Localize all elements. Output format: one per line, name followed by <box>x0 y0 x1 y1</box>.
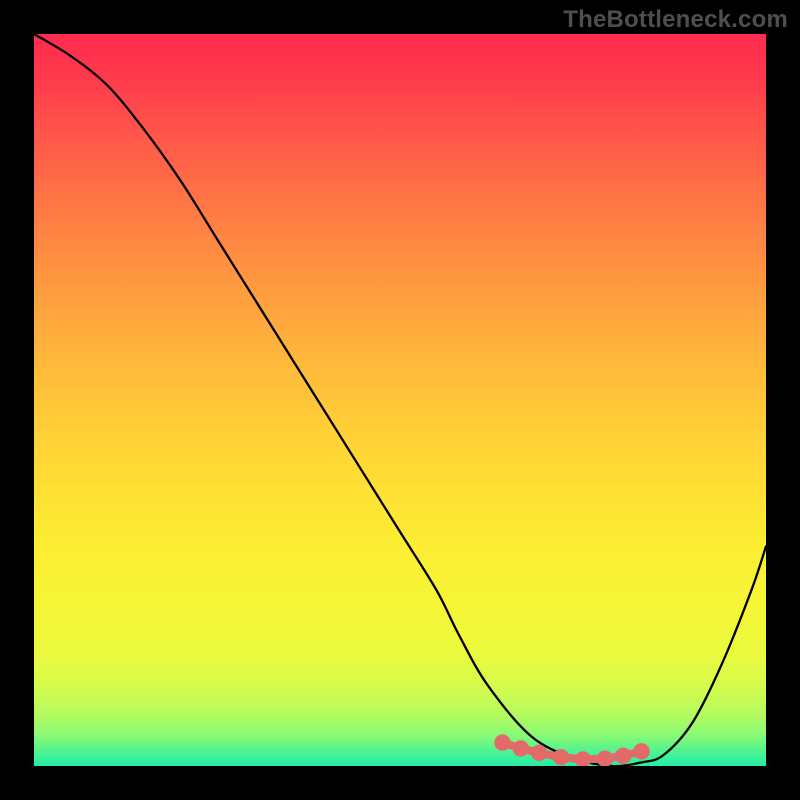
bottleneck-curve-path <box>34 34 766 766</box>
watermark-text: TheBottleneck.com <box>563 6 788 34</box>
curve-svg <box>34 34 766 766</box>
plot-area <box>34 34 766 766</box>
chart-wrapper: TheBottleneck.com <box>0 0 800 800</box>
optimal-range-highlight <box>498 738 645 763</box>
highlight-dot <box>637 747 645 755</box>
